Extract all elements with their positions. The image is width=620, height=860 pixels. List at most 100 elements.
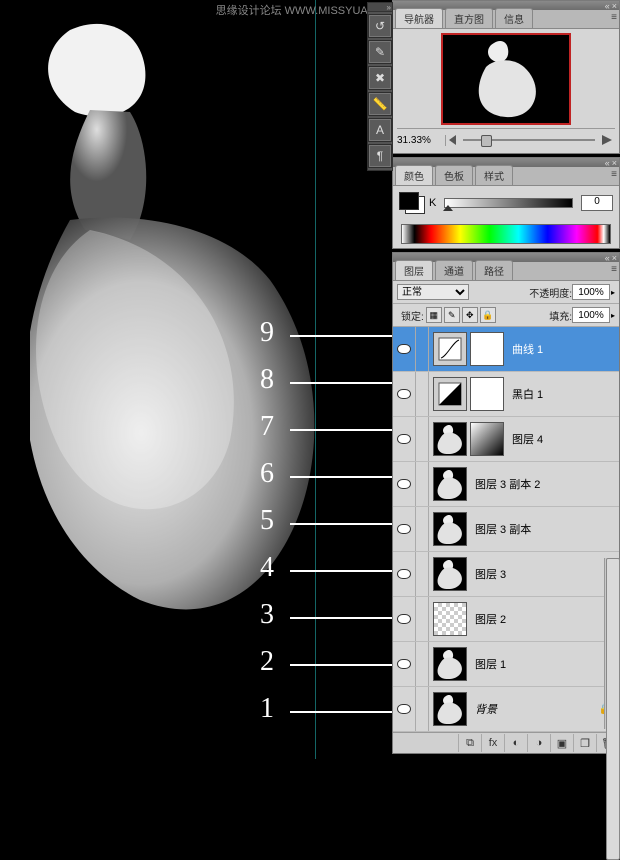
lock-position-icon[interactable]: ✥: [462, 307, 478, 323]
layer-row[interactable]: 背景🔒: [393, 687, 619, 732]
layer-name[interactable]: 黑白 1: [512, 386, 543, 402]
zoom-value[interactable]: 31.33%: [397, 135, 446, 146]
tab-styles[interactable]: 样式: [475, 165, 513, 185]
zoom-out-icon[interactable]: [449, 135, 456, 145]
panel-collapse-icon[interactable]: «: [605, 1, 610, 11]
link-column[interactable]: [416, 372, 429, 416]
layer-name[interactable]: 图层 1: [475, 656, 506, 672]
lock-pixels-icon[interactable]: ✎: [444, 307, 460, 323]
link-column[interactable]: [416, 507, 429, 551]
visibility-toggle[interactable]: [393, 372, 416, 416]
group-icon[interactable]: ▣: [550, 734, 573, 752]
visibility-toggle[interactable]: [393, 597, 416, 641]
visibility-toggle[interactable]: [393, 417, 416, 461]
visibility-toggle[interactable]: [393, 687, 416, 731]
layer-row[interactable]: 图层 2: [393, 597, 619, 642]
tab-channels[interactable]: 通道: [435, 260, 473, 280]
zoom-in-icon[interactable]: [602, 135, 612, 145]
tab-paths[interactable]: 路径: [475, 260, 513, 280]
zoom-slider[interactable]: [463, 139, 595, 141]
brush-icon[interactable]: ✎: [368, 40, 392, 64]
mask-icon[interactable]: ◐: [504, 734, 527, 752]
link-icon[interactable]: ⧉: [458, 734, 481, 752]
spectrum-ramp[interactable]: [401, 224, 611, 244]
tab-color[interactable]: 颜色: [395, 165, 433, 185]
visibility-toggle[interactable]: [393, 327, 416, 371]
layers-scrollbar[interactable]: [604, 558, 619, 729]
lock-all-icon[interactable]: 🔒: [480, 307, 496, 323]
annotation-number: 4: [260, 552, 274, 584]
layer-name[interactable]: 图层 2: [475, 611, 506, 627]
eye-icon: [397, 659, 411, 669]
annotation-number: 6: [260, 458, 274, 490]
layer-row[interactable]: 图层 1: [393, 642, 619, 687]
layer-row[interactable]: 图层 4: [393, 417, 619, 462]
tab-navigator[interactable]: 导航器: [395, 8, 443, 28]
opacity-input[interactable]: 100%: [572, 284, 610, 300]
layers-panel: «× 图层 通道 路径 ≡ 正常 不透明度: 100% ▸ 锁定: ▦ ✎ ✥ …: [392, 252, 620, 754]
lock-transparency-icon[interactable]: ▦: [426, 307, 442, 323]
tab-histogram[interactable]: 直方图: [445, 8, 493, 28]
ruler-guide[interactable]: [315, 0, 316, 759]
layer-name[interactable]: 图层 3 副本 2: [475, 476, 540, 492]
k-slider[interactable]: [444, 198, 573, 208]
panel-close-icon[interactable]: ×: [612, 1, 617, 11]
visibility-toggle[interactable]: [393, 642, 416, 686]
panel-menu-icon[interactable]: ≡: [611, 12, 617, 23]
new-layer-icon[interactable]: ❐: [573, 734, 596, 752]
layer-name[interactable]: 背景: [475, 701, 497, 717]
link-column[interactable]: [416, 642, 429, 686]
layer-row[interactable]: 图层 3 副本: [393, 507, 619, 552]
tooloptions-icon[interactable]: ✖: [368, 66, 392, 90]
layer-row[interactable]: 图层 3: [393, 552, 619, 597]
panel-menu-icon[interactable]: ≡: [611, 264, 617, 275]
collapsed-panel-strip: » ↺✎✖📏A¶: [367, 2, 393, 171]
tab-swatches[interactable]: 色板: [435, 165, 473, 185]
expand-icon[interactable]: »: [387, 3, 391, 12]
layer-mask-thumbnail[interactable]: [470, 422, 504, 456]
panel-close-icon[interactable]: ×: [612, 253, 617, 263]
link-column[interactable]: [416, 552, 429, 596]
navigator-thumbnail[interactable]: [441, 33, 571, 125]
adjustment-icon[interactable]: ◑: [527, 734, 550, 752]
history-icon[interactable]: ↺: [368, 14, 392, 38]
layer-row[interactable]: 曲线 1: [393, 327, 619, 372]
fill-input[interactable]: 100%: [572, 307, 610, 323]
k-value-input[interactable]: 0: [581, 195, 613, 211]
layer-thumbnail: [433, 467, 467, 501]
visibility-toggle[interactable]: [393, 507, 416, 551]
annotation-number: 9: [260, 317, 274, 349]
tab-info[interactable]: 信息: [495, 8, 533, 28]
layer-row[interactable]: 图层 3 副本 2: [393, 462, 619, 507]
link-column[interactable]: [416, 462, 429, 506]
layer-row[interactable]: 黑白 1: [393, 372, 619, 417]
panel-collapse-icon[interactable]: «: [605, 253, 610, 263]
link-column[interactable]: [416, 327, 429, 371]
panel-collapse-icon[interactable]: «: [605, 158, 610, 168]
ruler-icon[interactable]: 📏: [368, 92, 392, 116]
tab-layers[interactable]: 图层: [395, 260, 433, 280]
layer-mask-thumbnail[interactable]: [470, 377, 504, 411]
link-column[interactable]: [416, 597, 429, 641]
fx-icon[interactable]: fx: [481, 734, 504, 752]
character-icon[interactable]: A: [368, 118, 392, 142]
link-column[interactable]: [416, 417, 429, 461]
panel-close-icon[interactable]: ×: [612, 158, 617, 168]
layer-list: 曲线 1 黑白 1 图层 4 图层 3 副本 2 图层 3 副本图层 3 图层 2 图层 1…: [393, 327, 619, 732]
paragraph-icon[interactable]: ¶: [368, 144, 392, 168]
layer-name[interactable]: 图层 3: [475, 566, 506, 582]
panel-menu-icon[interactable]: ≡: [611, 169, 617, 180]
layer-mask-thumbnail[interactable]: [470, 332, 504, 366]
foreground-background-swatch[interactable]: [399, 192, 425, 214]
layer-name[interactable]: 曲线 1: [512, 341, 543, 357]
layer-name[interactable]: 图层 3 副本: [475, 521, 531, 537]
eye-icon: [397, 569, 411, 579]
annotation-number: 2: [260, 646, 274, 678]
visibility-toggle[interactable]: [393, 552, 416, 596]
chevron-right-icon[interactable]: ▸: [611, 288, 615, 297]
layer-name[interactable]: 图层 4: [512, 431, 543, 447]
link-column[interactable]: [416, 687, 429, 731]
visibility-toggle[interactable]: [393, 462, 416, 506]
chevron-right-icon[interactable]: ▸: [611, 311, 615, 320]
blend-mode-select[interactable]: 正常: [397, 284, 469, 300]
